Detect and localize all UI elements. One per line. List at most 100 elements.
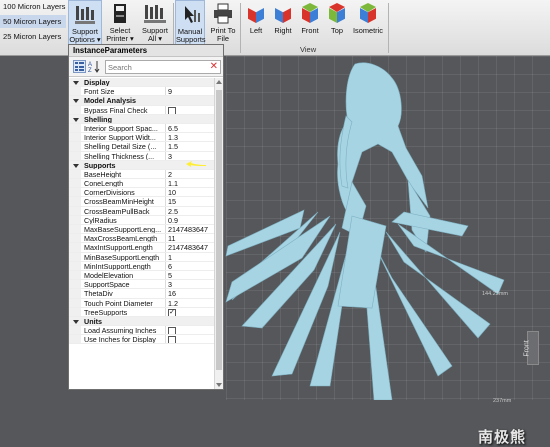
row-indent [69,197,81,206]
property-row[interactable]: ModelElevation 5 [69,270,215,281]
property-name: Interior Support Widt... [81,133,166,142]
property-row[interactable]: BaseHeight 2 [69,169,215,180]
view-left-button[interactable]: Left [243,0,269,46]
support-options-button[interactable]: Support Options ▾ [68,0,102,46]
collapse-arrow-icon[interactable] [69,160,81,169]
property-row[interactable]: Use Inches for Display [69,335,215,345]
category-row[interactable]: Display [69,78,215,88]
property-value[interactable]: ✓ [166,308,215,316]
property-row[interactable]: MinIntSupportLength 6 [69,261,215,271]
property-value[interactable]: 10 [166,188,215,196]
categorized-view-icon[interactable] [73,60,86,73]
property-row[interactable]: Font Size 9 [69,87,215,97]
property-row[interactable]: Load Assuming Inches [69,326,215,336]
property-value[interactable]: 3 [166,152,215,160]
front-view-tab[interactable]: Front [523,331,539,365]
collapse-arrow-icon[interactable] [69,316,81,326]
property-value[interactable]: 2 [166,170,215,178]
property-row[interactable]: SupportSpace 3 [69,280,215,290]
property-value[interactable]: 16 [166,289,215,297]
alphabetical-sort-icon[interactable]: AZ [88,60,101,74]
property-value[interactable]: 2147483647 [166,243,215,251]
search-box[interactable]: ✕ [105,60,221,74]
property-row[interactable]: Interior Support Widt... 1.3 [69,133,215,143]
property-value[interactable]: 6 [166,262,215,270]
row-indent [69,261,81,270]
clear-search-icon[interactable]: ✕ [210,61,218,73]
row-indent [69,234,81,243]
property-checkbox[interactable] [168,336,176,344]
view-right-button[interactable]: Right [270,0,296,46]
scroll-up-icon[interactable] [216,80,222,84]
property-value[interactable]: 0.9 [166,216,215,224]
property-value[interactable]: 6.5 [166,124,215,132]
row-indent [69,225,81,234]
property-name: MinBaseSupportLength [81,252,166,261]
property-row[interactable]: CornerDivisions 10 [69,188,215,198]
property-checkbox[interactable]: ✓ [168,308,176,316]
property-row[interactable]: Interior Support Spac... 6.5 [69,123,215,134]
property-row[interactable]: Shelling Detail Size (... 1.5 [69,142,215,152]
property-value[interactable]: 2147483647 [166,225,215,233]
property-row[interactable]: CylRadius 0.9 [69,215,215,225]
view-front-button[interactable]: Front [297,0,323,46]
search-input[interactable] [106,61,206,73]
property-value[interactable]: 1.1 [166,179,215,187]
category-row[interactable]: Model Analysis [69,96,215,106]
layer-option-25[interactable]: 25 Micron Layers [0,30,66,43]
category-row[interactable]: Shelling [69,114,215,124]
select-printer-button[interactable]: Select Printer ▾ [104,0,136,46]
property-checkbox[interactable] [168,106,176,114]
property-name: ConeLength [81,179,166,188]
print-to-file-button[interactable]: Print To File [207,0,239,46]
property-name: Touch Point Diameter [81,298,166,307]
property-row[interactable]: ConeLength 1.1 [69,179,215,189]
property-row[interactable]: MaxCrossBeamLength 11 [69,234,215,244]
property-value[interactable]: 15 [166,197,215,205]
layer-option-50[interactable]: 50 Micron Layers [0,15,66,28]
property-value[interactable]: 1.2 [166,299,215,307]
row-indent [69,335,81,344]
property-row[interactable]: CrossBeamPullBack 2.5 [69,206,215,216]
front-tab-label: Front [523,340,531,357]
support-all-button[interactable]: Support All ▾ [138,0,172,46]
property-row[interactable]: MaxIntSupportLength 2147483647 [69,243,215,253]
manual-supports-icon [178,4,202,26]
property-row[interactable]: Bypass Final Check [69,105,215,115]
property-value[interactable] [166,335,215,344]
support-all-sub: All ▾ [148,34,162,43]
manual-supports-button[interactable]: Manual Supports [175,0,206,46]
property-name: CylRadius [81,215,166,224]
layer-option-100[interactable]: 100 Micron Layers [0,0,66,13]
category-label: Supports [84,160,116,169]
property-value[interactable]: 1.3 [166,133,215,141]
collapse-arrow-icon[interactable] [69,114,81,123]
property-value[interactable]: 11 [166,234,215,242]
view-top-button[interactable]: Top [324,0,350,46]
property-value[interactable] [166,326,215,335]
property-value[interactable]: 1.5 [166,142,215,150]
scroll-thumb[interactable] [216,90,222,370]
category-label: Model Analysis [84,96,137,105]
property-value[interactable]: 9 [166,87,215,95]
panel-title: InstanceParameters [69,45,223,57]
property-row[interactable]: ThetaDiv 16 [69,289,215,299]
collapse-arrow-icon[interactable] [69,78,81,87]
view-isometric-button[interactable]: Isometric [351,0,385,46]
property-row[interactable]: CrossBeamMinHeight 15 [69,197,215,207]
property-row[interactable]: Touch Point Diameter 1.2 [69,298,215,308]
property-value[interactable]: 5 [166,271,215,279]
property-row[interactable]: TreeSupports ✓ [69,307,215,317]
property-grid-scrollbar[interactable] [214,78,223,389]
property-value[interactable] [166,106,215,114]
property-checkbox[interactable] [168,327,176,335]
property-row[interactable]: MinBaseSupportLength 1 [69,252,215,262]
property-value[interactable]: 1 [166,253,215,261]
property-row[interactable]: MaxBaseSupportLeng... 2147483647 [69,225,215,235]
property-value[interactable]: 2.5 [166,207,215,215]
printer-device-icon [108,3,132,25]
collapse-arrow-icon[interactable] [69,96,81,105]
property-value[interactable]: 3 [166,280,215,288]
scroll-down-icon[interactable] [216,383,222,387]
category-row[interactable]: Units [69,316,215,327]
